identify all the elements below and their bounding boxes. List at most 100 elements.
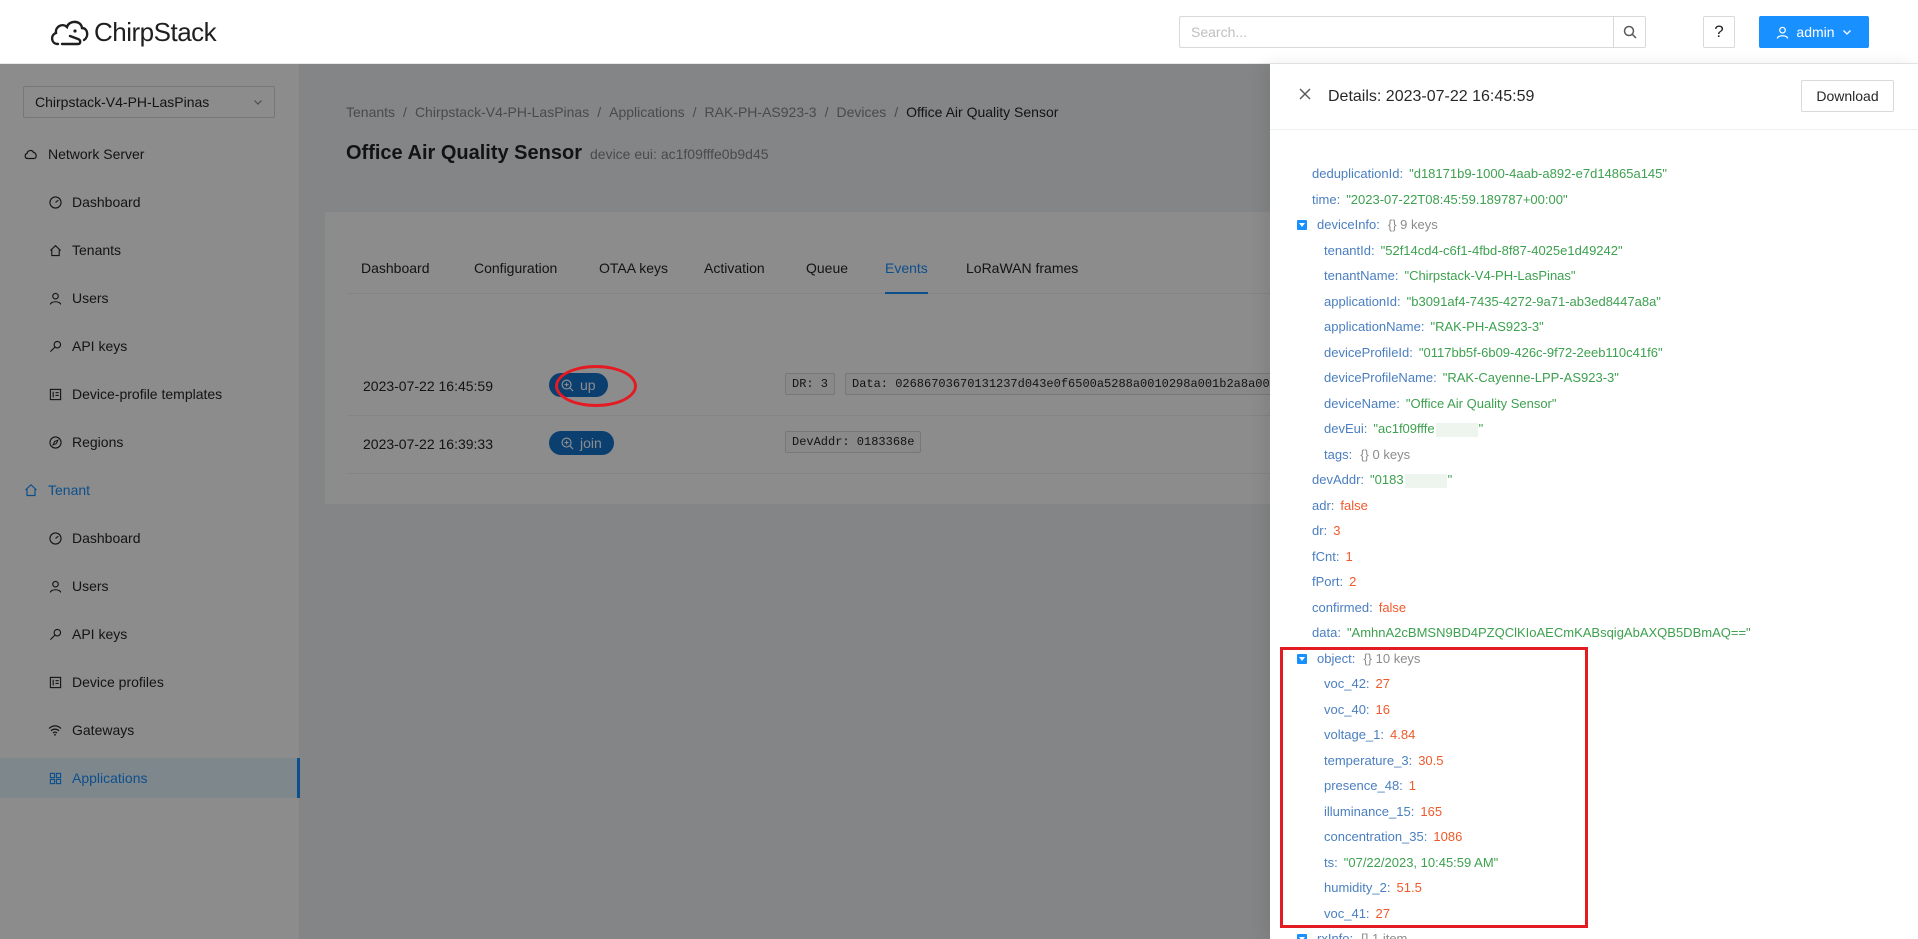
json-key: deviceProfileId (1324, 345, 1410, 360)
json-meta: {} 0 keys (1360, 447, 1411, 462)
json-value: "RAK-PH-AS923-3" (1430, 319, 1544, 334)
redaction-mask (1435, 422, 1478, 437)
highlight-box (1280, 647, 1588, 928)
json-meta: {} 9 keys (1387, 217, 1438, 232)
json-meta: [] 1 item (1361, 931, 1408, 939)
redaction-mask (1404, 473, 1447, 488)
search-input[interactable] (1180, 17, 1613, 47)
json-line: deduplicationId: "d18171b9-1000-4aab-a892… (1312, 163, 1667, 185)
search-icon (1623, 25, 1637, 39)
json-line: deviceProfileName: "RAK-Cayenne-LPP-AS923… (1324, 367, 1619, 389)
json-value: "52f14cd4-c6f1-4fbd-8f87-4025e1d49242" (1380, 243, 1623, 258)
json-colon: : (1376, 217, 1380, 232)
download-button[interactable]: Download (1801, 80, 1894, 112)
json-key: applicationName (1324, 319, 1421, 334)
json-colon: : (1399, 166, 1404, 181)
search-box (1179, 16, 1646, 48)
json-colon: : (1360, 472, 1365, 487)
json-colon: : (1420, 319, 1425, 334)
json-key: time (1312, 192, 1337, 207)
json-colon: : (1369, 600, 1373, 615)
json-line: dr: 3 (1312, 520, 1340, 542)
json-line: confirmed: false (1312, 597, 1406, 619)
json-colon: : (1396, 396, 1400, 411)
json-value: "d18171b9-1000-4aab-a892-e7d14865a145" (1409, 166, 1667, 181)
json-line: tenantId: "52f14cd4-c6f1-4fbd-8f87-4025e1… (1324, 240, 1623, 262)
json-key: fCnt (1312, 549, 1336, 564)
json-line: time: "2023-07-22T08:45:59.189787+00:00" (1312, 189, 1568, 211)
json-key: devEui (1324, 421, 1364, 436)
json-key: tenantName (1324, 268, 1395, 283)
json-value: "Chirpstack-V4-PH-LasPinas" (1404, 268, 1576, 283)
json-colon: : (1337, 625, 1341, 640)
json-value: "RAK-Cayenne-LPP-AS923-3" (1442, 370, 1619, 385)
chirpstack-logo[interactable]: ChirpStack (48, 14, 217, 50)
json-value: 3 (1333, 523, 1341, 538)
json-value: "AmhnA2cBMSN9BD4PZQClKIoAECmKABsqigAbAXQ… (1346, 625, 1751, 640)
json-line: data: "AmhnA2cBMSN9BD4PZQClKIoAECmKABsqig… (1312, 622, 1751, 644)
json-colon: : (1348, 447, 1353, 462)
cloud-bird-logo-icon (50, 20, 89, 46)
user-menu-button[interactable]: admin (1759, 16, 1869, 48)
json-value: false (1340, 498, 1368, 513)
expand-toggle-icon[interactable] (1297, 934, 1307, 939)
json-line: devAddr: "0183 " (1312, 469, 1452, 491)
json-key: deviceInfo (1317, 217, 1377, 232)
json-colon: : (1349, 931, 1354, 939)
json-line: applicationId: "b3091af4-7435-4272-9a71-a… (1324, 291, 1661, 313)
json-value: "ac1f09fffe (1373, 421, 1435, 436)
json-key: tags (1324, 447, 1349, 462)
json-value: "2023-07-22T08:45:59.189787+00:00" (1346, 192, 1568, 207)
search-button[interactable] (1613, 17, 1645, 47)
json-colon: : (1336, 192, 1341, 207)
drawer-title: Details: 2023-07-22 16:45:59 (1328, 88, 1535, 105)
json-colon: : (1394, 268, 1399, 283)
drawer-mask[interactable] (0, 64, 1270, 939)
close-icon[interactable] (1297, 86, 1313, 102)
json-key: tenantId (1324, 243, 1371, 258)
json-key: adr (1312, 498, 1331, 513)
json-line: deviceProfileId: "0117bb5f-6b09-426c-9f72… (1324, 342, 1663, 364)
json-key: applicationId (1324, 294, 1397, 309)
json-line: adr: false (1312, 495, 1368, 517)
expand-toggle-icon[interactable] (1297, 220, 1307, 230)
json-line: applicationName: "RAK-PH-AS923-3" (1324, 316, 1544, 338)
user-name: admin (1796, 24, 1835, 40)
help-button[interactable]: ? (1703, 16, 1735, 48)
json-value: 1 (1345, 549, 1353, 564)
json-key: data (1312, 625, 1338, 640)
json-line: devEui: "ac1f09fffe " (1324, 418, 1483, 440)
json-colon: : (1339, 574, 1344, 589)
json-line: deviceInfo: {} 9 keys (1317, 214, 1438, 236)
json-key: fPort (1312, 574, 1340, 589)
highlight-ellipse (555, 365, 637, 407)
json-key: confirmed (1312, 600, 1370, 615)
json-line: rxInfo: [] 1 item (1317, 928, 1407, 939)
json-key: deviceName (1324, 396, 1397, 411)
json-colon: : (1335, 549, 1340, 564)
json-colon: : (1323, 523, 1328, 538)
json-colon: : (1371, 243, 1375, 258)
json-value-end: " (1478, 421, 1484, 436)
json-value: "0183 (1370, 472, 1404, 487)
json-key: devAddr (1312, 472, 1361, 487)
user-icon (1777, 26, 1789, 39)
top-header: ChirpStack ? admin (0, 0, 1918, 64)
json-key: dr (1312, 523, 1324, 538)
json-value: "Office Air Quality Sensor" (1405, 396, 1557, 411)
json-value: "b3091af4-7435-4272-9a71-ab3ed8447a8a" (1406, 294, 1661, 309)
json-key: deviceProfileName (1324, 370, 1434, 385)
json-line: deviceName: "Office Air Quality Sensor" (1324, 393, 1557, 415)
json-colon: : (1433, 370, 1437, 385)
json-colon: : (1409, 345, 1413, 360)
json-colon: : (1363, 421, 1368, 436)
json-line: fPort: 2 (1312, 571, 1356, 593)
json-value: false (1378, 600, 1407, 615)
json-key: rxInfo (1317, 931, 1350, 939)
drawer-header: Details: 2023-07-22 16:45:59 Download (1270, 64, 1918, 130)
json-line: tenantName: "Chirpstack-V4-PH-LasPinas" (1324, 265, 1576, 287)
json-line: fCnt: 1 (1312, 546, 1353, 568)
json-value: "0117bb5f-6b09-426c-9f72-2eeb110c41f6" (1418, 345, 1663, 360)
json-key: deduplicationId (1312, 166, 1400, 181)
logo-text: ChirpStack (94, 16, 217, 47)
